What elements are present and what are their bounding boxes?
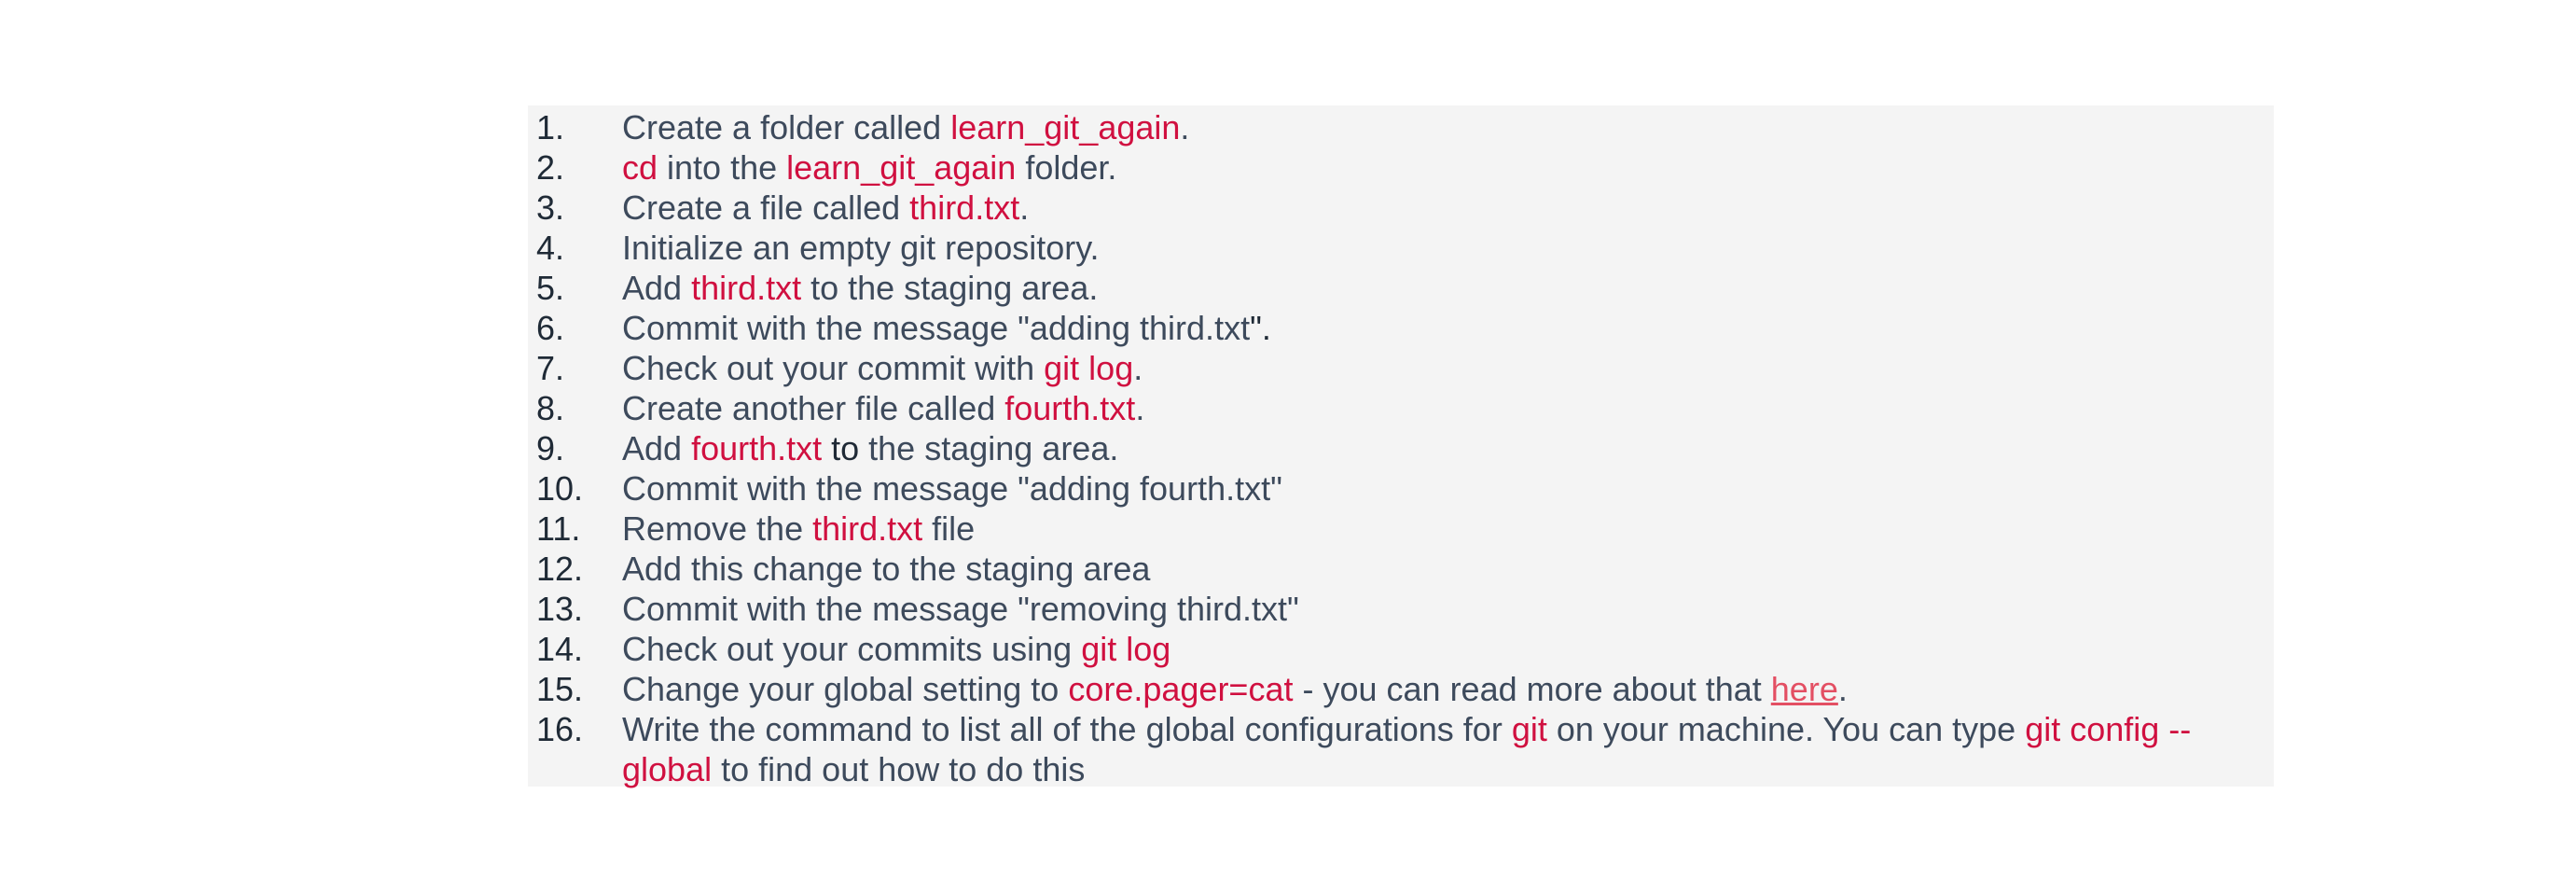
item-text: cd into the learn_git_again folder. (622, 148, 1116, 187)
text-segment: - you can read more about that (1293, 670, 1771, 708)
list-item: 15. Change your global setting to core.pa… (536, 669, 2262, 709)
item-number: 2. (536, 148, 565, 187)
text-segment: Check out your commit with (622, 349, 1045, 387)
text-segment: Add this change to the staging area (622, 550, 1151, 588)
text-segment: . (1135, 389, 1145, 427)
inline-code: learn_git_again (950, 108, 1181, 146)
text-segment: to find out how to do this (712, 750, 1086, 788)
list-item: 4. Initialize an empty git repository. (536, 228, 2262, 268)
text-segment: Initialize an empty git repository. (622, 229, 1100, 267)
item-text: Check out your commit with git log. (622, 349, 1143, 387)
item-text: Create another file called fourth.txt. (622, 389, 1144, 427)
item-text: Check out your commits using git log (622, 630, 1170, 668)
inline-code: third.txt (909, 188, 1020, 227)
item-text: Remove the third.txt file (622, 509, 975, 548)
text-segment: on your machine. You can type (1546, 710, 2026, 748)
text-segment: Create a folder called (622, 108, 951, 146)
inline-code: git log (1081, 630, 1171, 668)
item-number: 1. (536, 108, 565, 146)
text-segment: Add (622, 429, 692, 467)
list-item: 3. Create a file called third.txt. (536, 188, 2262, 228)
text-segment: Write the command to list all of the glo… (622, 710, 1512, 748)
item-number: 6. (536, 309, 565, 347)
item-text: Commit with the message "removing third.… (622, 590, 1299, 628)
item-text: Add third.txt to the staging area. (622, 269, 1098, 307)
list-item: 11. Remove the third.txt file (536, 509, 2262, 549)
item-text: Add fourth.txt to the staging area. (622, 429, 1118, 467)
text-segment: . (1180, 108, 1190, 146)
list-item: 10. Commit with the message "adding fourt… (536, 468, 2262, 509)
item-text: Add this change to the staging area (622, 550, 1150, 588)
item-text: Write the command to list all of the glo… (622, 710, 2191, 788)
item-text: Initialize an empty git repository. (622, 229, 1100, 267)
list-item: 9. Add fourth.txt to the staging area. (536, 428, 2262, 468)
list-item: 2. cd into the learn_git_again folder. (536, 147, 2262, 188)
inline-code: cd (622, 148, 658, 187)
text-segment: the staging area. (859, 429, 1119, 467)
list-item: 7. Check out your commit with git log. (536, 348, 2262, 388)
text-segment: Create another file called (622, 389, 1005, 427)
here-link[interactable]: here (1771, 670, 1838, 708)
text-segment: ". (1250, 309, 1271, 347)
item-number: 8. (536, 389, 565, 427)
list-item: 8. Create another file called fourth.txt. (536, 388, 2262, 428)
item-text: Commit with the message "adding third.tx… (622, 309, 1271, 347)
text-segment: Check out your commits using (622, 630, 1082, 668)
item-number: 16. (536, 710, 584, 748)
inline-code: learn_git_again (786, 148, 1017, 187)
inline-code: git (1511, 710, 1547, 748)
item-text: Create a file called third.txt. (622, 188, 1029, 227)
list-item: 12. Add this change to the staging area (536, 549, 2262, 589)
text-segment: folder. (1016, 148, 1117, 187)
inline-code: git log (1044, 349, 1134, 387)
inline-code: third.txt (812, 509, 923, 548)
item-text: Commit with the message "adding fourth.t… (622, 469, 1282, 508)
item-number: 14. (536, 630, 584, 668)
text-segment: . (1837, 670, 1848, 708)
inline-code: fourth.txt (1004, 389, 1136, 427)
list-item: 1. Create a folder called learn_git_again… (536, 107, 2262, 147)
text-segment: into the (658, 148, 787, 187)
list-item: 6. Commit with the message "adding third.… (536, 308, 2262, 348)
item-number: 15. (536, 670, 584, 708)
item-text: Change your global setting to core.pager… (622, 670, 1848, 708)
list-item: 14. Check out your commits using git log (536, 629, 2262, 669)
list-item: 16. Write the command to list all of the … (536, 709, 2262, 789)
text-segment: Change your global setting to (622, 670, 1069, 708)
item-number: 4. (536, 229, 565, 267)
item-number: 11. (536, 509, 581, 548)
instructions-panel: 1. Create a folder called learn_git_again… (528, 105, 2274, 789)
text-segment: to (822, 429, 860, 467)
text-segment: Commit with the message "adding fourth.t… (622, 469, 1282, 508)
inline-code: third.txt (691, 269, 802, 307)
inline-code: core.pager=cat (1068, 670, 1294, 708)
item-number: 3. (536, 188, 565, 227)
text-segment: Commit with the message "removing third.… (622, 590, 1299, 628)
text-segment: to the staging area. (801, 269, 1099, 307)
item-number: 13. (536, 590, 584, 628)
text-segment: . (1133, 349, 1143, 387)
item-text: Create a folder called learn_git_again. (622, 108, 1189, 146)
item-number: 10. (536, 469, 584, 508)
text-segment: Add (622, 269, 692, 307)
inline-code: fourth.txt (691, 429, 823, 467)
item-number: 12. (536, 550, 584, 588)
item-number: 7. (536, 349, 565, 387)
text-segment: Create a file called (622, 188, 910, 227)
list-item: 13. Commit with the message "removing thi… (536, 589, 2262, 629)
text-segment: Remove the (622, 509, 813, 548)
text-segment: file (922, 509, 976, 548)
text-segment: Commit with the message "adding third.tx… (622, 309, 1251, 347)
item-number: 9. (536, 429, 565, 467)
text-segment: . (1019, 188, 1030, 227)
list-item: 5. Add third.txt to the staging area. (536, 268, 2262, 308)
item-number: 5. (536, 269, 565, 307)
instructions-list: 1. Create a folder called learn_git_again… (536, 107, 2262, 789)
